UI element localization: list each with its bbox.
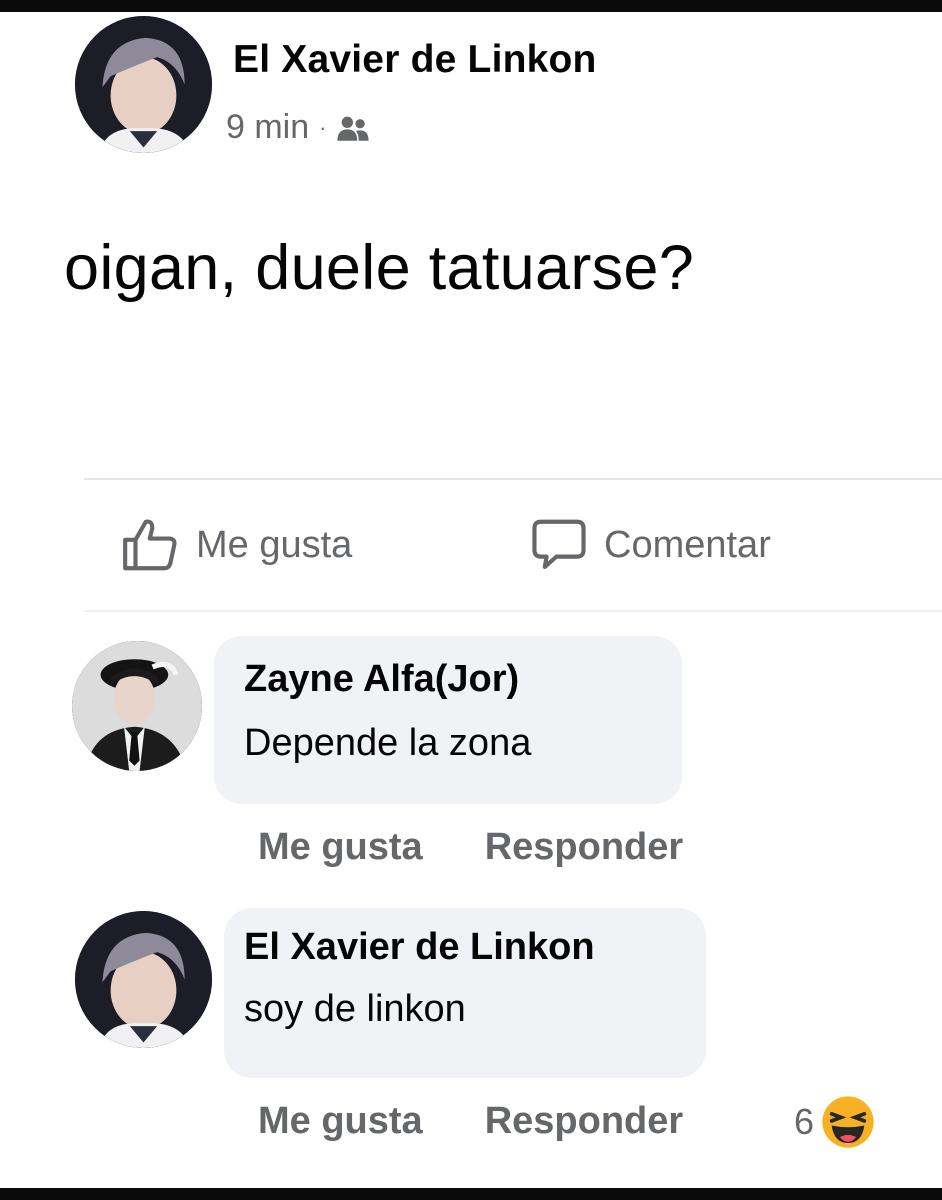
bottom-border <box>0 1188 942 1200</box>
comment-icon <box>532 519 586 570</box>
post-meta: 9 min · <box>226 108 370 147</box>
commenter-avatar[interactable] <box>75 911 212 1048</box>
comment-text: soy de linkon <box>244 988 466 1030</box>
friends-icon <box>337 116 370 141</box>
post-time[interactable]: 9 min <box>226 108 309 147</box>
comment-like-button[interactable]: Me gusta <box>258 1100 423 1143</box>
comment-author-name[interactable]: Zayne Alfa(Jor) <box>244 658 519 701</box>
comment-label: Comentar <box>604 523 771 566</box>
comment-bubble: El Xavier de Linkon soy de linkon <box>224 908 706 1078</box>
meta-separator: · <box>319 114 327 140</box>
reaction-summary[interactable]: 6 <box>794 1094 876 1150</box>
profile-photo <box>75 16 212 153</box>
like-button[interactable]: Me gusta <box>120 514 352 576</box>
comment-bubble: Zayne Alfa(Jor) Depende la zona <box>214 636 682 804</box>
comment-button[interactable]: Comentar <box>528 514 771 576</box>
comment-reply-button[interactable]: Responder <box>485 826 683 869</box>
comment-text: Depende la zona <box>244 722 532 764</box>
post-text: oigan, duele tatuarse? <box>64 233 695 303</box>
comment-reply-button[interactable]: Responder <box>485 1100 683 1143</box>
haha-emoji-icon <box>822 1096 874 1148</box>
profile-photo <box>75 911 212 1048</box>
commenter-avatar[interactable] <box>72 641 202 771</box>
avatar[interactable] <box>75 16 212 153</box>
like-label: Me gusta <box>196 523 353 566</box>
reaction-count: 6 <box>794 1101 815 1142</box>
post-author-name[interactable]: El Xavier de Linkon <box>233 38 597 82</box>
profile-photo <box>72 641 202 771</box>
comment-like-button[interactable]: Me gusta <box>258 826 423 869</box>
comment-author-name[interactable]: El Xavier de Linkon <box>244 926 595 969</box>
divider <box>84 478 942 480</box>
thumbs-up-icon <box>123 519 177 571</box>
top-border <box>0 0 942 12</box>
comment-actions: Me gusta Responder <box>258 1100 683 1143</box>
comment-actions: Me gusta Responder <box>258 826 683 869</box>
divider <box>84 610 942 612</box>
